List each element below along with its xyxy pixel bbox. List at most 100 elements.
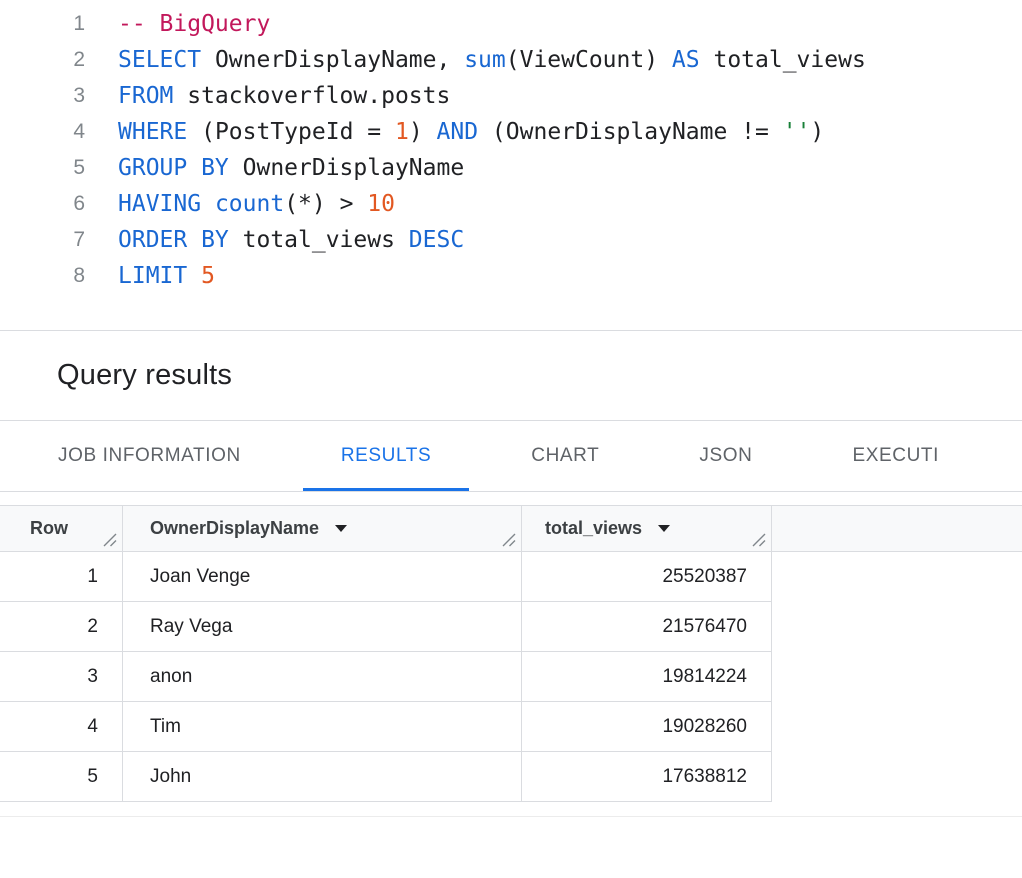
- cell-ownerdisplayname: John: [123, 752, 522, 802]
- tab-job-information[interactable]: JOB INFORMATION: [20, 421, 279, 491]
- cell-ownerdisplayname: Joan Venge: [123, 552, 522, 602]
- code-line[interactable]: 1 -- BigQuery: [0, 6, 1022, 42]
- cell-ownerdisplayname: anon: [123, 652, 522, 702]
- column-label: OwnerDisplayName: [150, 518, 319, 539]
- page-title: Query results: [57, 359, 232, 392]
- code-text: HAVING count(*) > 10: [118, 186, 395, 222]
- token-plain: (OwnerDisplayName !=: [478, 119, 783, 145]
- cell-row: 1: [0, 552, 123, 602]
- token-keyword: SELECT: [118, 47, 201, 73]
- token-number: 5: [201, 263, 215, 289]
- token-keyword: WHERE: [118, 119, 187, 145]
- token-plain: ): [409, 119, 437, 145]
- code-text: LIMIT 5: [118, 258, 215, 294]
- token-plain: ): [810, 119, 824, 145]
- sql-editor[interactable]: 1 -- BigQuery 2 SELECT OwnerDisplayName, su…: [0, 0, 1022, 330]
- results-table: Row OwnerDisplayName total_views 1Joan Ven…: [0, 505, 1022, 802]
- table-row: 5John17638812: [0, 752, 1022, 802]
- line-number: 2: [0, 42, 85, 78]
- column-label: Row: [30, 518, 68, 539]
- token-keyword: AS: [672, 47, 700, 73]
- code-line[interactable]: 7 ORDER BY total_views DESC: [0, 222, 1022, 258]
- column-label: total_views: [545, 518, 642, 539]
- token-plain: (ViewCount): [506, 47, 672, 73]
- code-line[interactable]: 6 HAVING count(*) > 10: [0, 186, 1022, 222]
- code-text: SELECT OwnerDisplayName, sum(ViewCount) …: [118, 42, 866, 78]
- line-number: 7: [0, 222, 85, 258]
- table-row: 2Ray Vega21576470: [0, 602, 1022, 652]
- token-plain: OwnerDisplayName,: [201, 47, 464, 73]
- column-resize-handle-icon[interactable]: [752, 533, 766, 547]
- results-tabbar: JOB INFORMATION RESULTS CHART JSON EXECUTI: [0, 420, 1022, 492]
- token-plain: (*) >: [284, 191, 367, 217]
- token-keyword: HAVING: [118, 191, 201, 217]
- tab-executi[interactable]: EXECUTI: [814, 421, 977, 491]
- cell-row: 3: [0, 652, 123, 702]
- column-resize-handle-icon[interactable]: [103, 533, 117, 547]
- code-line[interactable]: 2 SELECT OwnerDisplayName, sum(ViewCount)…: [0, 42, 1022, 78]
- row-filler: [772, 552, 1022, 602]
- token-plain: total_views: [700, 47, 866, 73]
- token-number: 10: [367, 191, 395, 217]
- query-results-header: Query results: [0, 330, 1022, 420]
- table-row: 3anon19814224: [0, 652, 1022, 702]
- row-filler: [772, 602, 1022, 652]
- token-keyword: LIMIT: [118, 263, 187, 289]
- cell-row: 2: [0, 602, 123, 652]
- code-text: WHERE (PostTypeId = 1) AND (OwnerDisplay…: [118, 114, 824, 150]
- token-string: '': [783, 119, 811, 145]
- tab-chart[interactable]: CHART: [493, 421, 637, 491]
- token-comment: -- BigQuery: [118, 11, 270, 37]
- code-line[interactable]: 5 GROUP BY OwnerDisplayName: [0, 150, 1022, 186]
- line-number: 6: [0, 186, 85, 222]
- cell-row: 4: [0, 702, 123, 752]
- code-line[interactable]: 8LIMIT 5: [0, 258, 1022, 294]
- bigquery-query-results-panel: 1 -- BigQuery 2 SELECT OwnerDisplayName, su…: [0, 0, 1022, 878]
- code-line[interactable]: 4WHERE (PostTypeId = 1) AND (OwnerDispla…: [0, 114, 1022, 150]
- cell-ownerdisplayname: Ray Vega: [123, 602, 522, 652]
- table-header: Row OwnerDisplayName total_views: [0, 505, 1022, 552]
- column-resize-handle-icon[interactable]: [502, 533, 516, 547]
- code-line[interactable]: 3 FROM stackoverflow.posts: [0, 78, 1022, 114]
- row-filler: [772, 752, 1022, 802]
- code-text: ORDER BY total_views DESC: [118, 222, 464, 258]
- token-number: 1: [395, 119, 409, 145]
- cell-ownerdisplayname: Tim: [123, 702, 522, 752]
- token-plain: [187, 263, 201, 289]
- token-keyword: AND: [437, 119, 479, 145]
- token-keyword: DESC: [409, 227, 464, 253]
- code-text: FROM stackoverflow.posts: [118, 78, 450, 114]
- token-keyword: ORDER BY: [118, 227, 229, 253]
- token-plain: total_views: [229, 227, 409, 253]
- token-plain: OwnerDisplayName: [229, 155, 464, 181]
- row-filler: [772, 702, 1022, 752]
- row-filler: [772, 652, 1022, 702]
- header-filler: [772, 506, 1022, 551]
- tab-results[interactable]: RESULTS: [303, 421, 469, 491]
- token-function: sum: [464, 47, 506, 73]
- column-menu-icon[interactable]: [335, 525, 347, 532]
- cell-total_views: 19028260: [522, 702, 772, 752]
- token-function: count: [215, 191, 284, 217]
- code-lines: 1 -- BigQuery 2 SELECT OwnerDisplayName, su…: [0, 6, 1022, 294]
- code-text: -- BigQuery: [118, 6, 270, 42]
- column-header-total_views[interactable]: total_views: [522, 506, 772, 551]
- line-number: 1: [0, 6, 85, 42]
- tab-json[interactable]: JSON: [661, 421, 790, 491]
- token-keyword: GROUP BY: [118, 155, 229, 181]
- section-divider: [0, 816, 1022, 817]
- cell-total_views: 17638812: [522, 752, 772, 802]
- token-plain: (PostTypeId =: [187, 119, 395, 145]
- column-menu-icon[interactable]: [658, 525, 670, 532]
- column-header-ownerdisplayname[interactable]: OwnerDisplayName: [123, 506, 522, 551]
- line-number: 5: [0, 150, 85, 186]
- table-row: 4Tim19028260: [0, 702, 1022, 752]
- line-number: 3: [0, 78, 85, 114]
- token-plain: stackoverflow.posts: [173, 83, 450, 109]
- token-keyword: FROM: [118, 83, 173, 109]
- code-text: GROUP BY OwnerDisplayName: [118, 150, 464, 186]
- cell-row: 5: [0, 752, 123, 802]
- token-plain: [201, 191, 215, 217]
- cell-total_views: 25520387: [522, 552, 772, 602]
- column-header-row[interactable]: Row: [0, 506, 123, 551]
